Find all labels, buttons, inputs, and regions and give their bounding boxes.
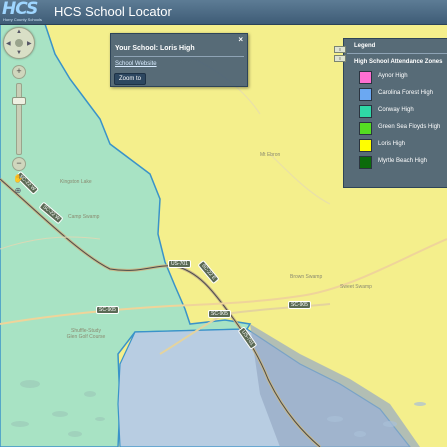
map-navigation: ▲ ▼ ◀ ▶ + − ✋ ⊕ — [3, 27, 35, 197]
legend-swatch — [359, 71, 372, 84]
place-label: Mt Ebron — [260, 152, 281, 158]
pan-down-icon[interactable]: ▼ — [16, 50, 22, 56]
app-header: HCS Horry County Schools HCS School Loca… — [0, 0, 447, 25]
zoom-slider-thumb[interactable] — [12, 97, 26, 105]
legend-label: Aynor High — [378, 73, 408, 79]
legend-swatch — [359, 105, 372, 118]
pan-control[interactable]: ▲ ▼ ◀ ▶ — [3, 27, 35, 59]
road-shield: SC-905 — [288, 301, 311, 309]
zoom-to-button[interactable]: Zoom to — [114, 73, 147, 85]
logo-subtext: Horry County Schools — [3, 17, 42, 22]
pan-left-icon[interactable]: ◀ — [6, 40, 11, 47]
legend-panel: Legend High School Attendance Zones Ayno… — [343, 38, 447, 188]
pan-right-icon[interactable]: ▶ — [27, 40, 32, 47]
place-label: Camp Swamp — [68, 214, 100, 220]
legend-label: Carolina Forest High — [378, 90, 434, 96]
app-title: HCS School Locator — [54, 4, 172, 19]
place-label: Kingston Lake — [60, 179, 92, 185]
popup-title: Your School: Loris High — [115, 45, 195, 52]
road-shield: SC-905 — [208, 310, 231, 318]
legend-collapse-toggle[interactable]: ≡ ≡ — [334, 44, 346, 64]
pan-up-icon[interactable]: ▲ — [16, 29, 22, 35]
legend-toggle-icon[interactable]: ≡ — [334, 55, 346, 62]
legend-title: Legend — [354, 43, 376, 49]
close-icon[interactable]: × — [238, 35, 243, 44]
legend-label: Green Sea Floyds High — [378, 124, 441, 130]
legend-swatch — [359, 122, 372, 135]
school-website-link[interactable]: School Website — [115, 61, 157, 67]
place-label: Shuffle-Study Glen Golf Course — [66, 328, 106, 340]
legend-label: Conway High — [378, 107, 414, 113]
pan-center-icon[interactable] — [15, 39, 23, 47]
legend-swatch — [359, 139, 372, 152]
place-label: Brown Swamp — [290, 274, 323, 280]
legend-layer-title: High School Attendance Zones — [354, 59, 443, 65]
road-shield: US-701 — [168, 260, 191, 268]
legend-swatch — [359, 88, 372, 101]
pan-hand-icon[interactable]: ✋ — [12, 173, 24, 185]
popup-divider — [114, 56, 244, 57]
zoom-slider-track[interactable] — [16, 83, 22, 155]
legend-swatch — [359, 156, 372, 169]
school-popup: × Your School: Loris High School Website… — [110, 33, 248, 87]
road-shield: SC-905 — [96, 306, 119, 314]
hcs-logo[interactable]: HCS Horry County Schools — [2, 1, 50, 23]
legend-label: Myrtle Beach High — [378, 158, 428, 164]
legend-toggle-icon[interactable]: ≡ — [334, 46, 346, 53]
logo-mark: HCS — [2, 0, 38, 19]
place-label: Sweet Swamp — [340, 284, 372, 290]
legend-divider — [347, 53, 447, 54]
legend-label: Loris High — [378, 141, 406, 147]
zoom-box-icon[interactable]: ⊕ — [12, 185, 24, 197]
zoom-in-button[interactable]: + — [12, 65, 26, 79]
zoom-out-button[interactable]: − — [12, 157, 26, 171]
